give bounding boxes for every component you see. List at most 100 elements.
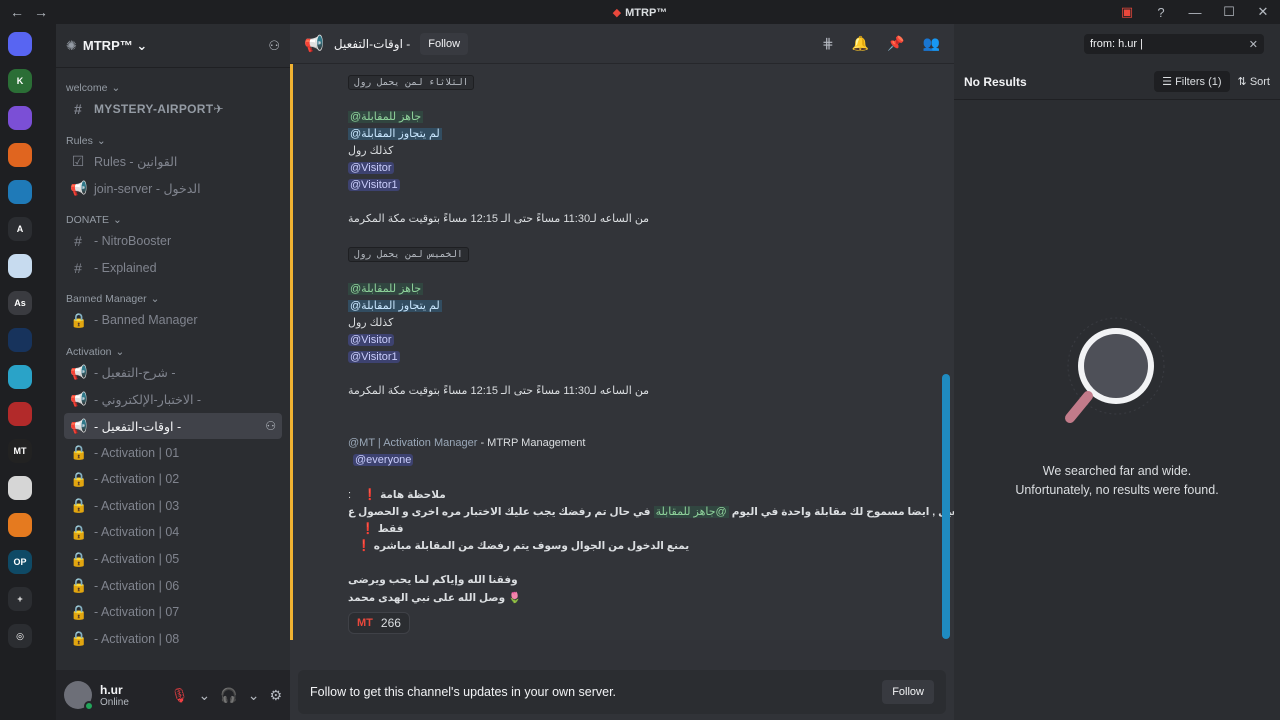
server-icon[interactable]: A xyxy=(8,217,32,241)
channel-item[interactable]: # - Explained xyxy=(64,254,282,281)
server-icon[interactable] xyxy=(8,143,32,167)
server-header[interactable]: ✺ MTRP™ ⌄ ⚇ xyxy=(56,24,290,68)
server-icon[interactable] xyxy=(8,254,32,278)
close-icon[interactable]: ✕ xyxy=(1246,4,1280,20)
channel-category[interactable]: Rules ⌄ xyxy=(56,133,290,149)
channel-item[interactable]: 🔒 - Activation | 05 xyxy=(64,546,282,573)
channel-item[interactable]: 📢 - اوقات-التفعيل - ⚇ xyxy=(64,412,282,440)
role-mention[interactable]: @لم يتجاوز المقابلة xyxy=(348,128,442,140)
channel-label: - Explained xyxy=(94,260,157,275)
filters-button[interactable]: ☰ Filters (1) xyxy=(1154,71,1230,92)
server-icon[interactable] xyxy=(8,32,32,56)
message-text: من الساعه لـ11:30 مساءً حتى الـ 12:15 مس… xyxy=(348,385,650,397)
channel-item[interactable]: 📢 join-server - الدخول xyxy=(64,175,282,202)
channel-item[interactable]: 🔒 - Banned Manager xyxy=(64,307,282,334)
add-member-icon[interactable]: ⚇ xyxy=(268,38,280,54)
exclamation-icon: ❗ xyxy=(357,540,371,552)
server-icon[interactable]: MT xyxy=(8,439,32,463)
empty-line-1: We searched far and wide. xyxy=(1042,464,1192,478)
notification-bell-icon[interactable]: 🔔 xyxy=(852,35,869,52)
role-mention[interactable]: @جاهز للمقابلة xyxy=(348,111,424,123)
role-mention[interactable]: @لم يتجاوز المقابلة xyxy=(348,300,442,312)
back-arrow-icon[interactable]: ← xyxy=(10,4,24,20)
server-icon[interactable]: K xyxy=(8,69,32,93)
server-icon[interactable]: OP xyxy=(8,550,32,574)
closing-line-1: وفقنا الله وإياكم لما يحب ويرضى xyxy=(348,574,518,586)
channel-item[interactable]: 🔒 - Activation | 03 xyxy=(64,493,282,520)
channel-item[interactable]: 🔒 - Activation | 08 xyxy=(64,626,282,653)
results-title: No Results xyxy=(964,74,1027,89)
chevron-down-icon[interactable]: ⌄ xyxy=(199,687,211,704)
server-icon[interactable] xyxy=(8,513,32,537)
channel-item[interactable]: ☑ Rules - القوانين xyxy=(64,149,282,176)
role-mention[interactable]: @جاهز للمقابلة xyxy=(348,283,424,295)
message-text: كذلك رول xyxy=(348,317,394,329)
channel-item[interactable]: 🔒 - Activation | 02 xyxy=(64,466,282,493)
author-mention[interactable]: @MT | Activation Manager xyxy=(348,437,477,449)
settings-gear-icon[interactable]: ⚙ xyxy=(269,687,282,704)
category-label: Banned Manager xyxy=(66,292,147,305)
channel-item[interactable]: 🔒 - Activation | 07 xyxy=(64,599,282,626)
channel-item[interactable]: 📢 - الاختبار-الإلكتروني - xyxy=(64,386,282,413)
channel-type-icon: 🔒 xyxy=(70,444,88,461)
channel-item[interactable]: # - NitroBooster xyxy=(64,228,282,255)
channel-category[interactable]: welcome ⌄ xyxy=(56,80,290,96)
channel-item[interactable]: 🔒 - Activation | 04 xyxy=(64,519,282,546)
channel-item[interactable]: # MYSTERY-AIRPORT✈ xyxy=(64,96,282,123)
channel-type-icon: 🔒 xyxy=(70,577,88,594)
user-mention[interactable]: @Visitor1 xyxy=(348,179,400,191)
invite-icon[interactable]: ⚇ xyxy=(265,419,276,433)
server-icon[interactable]: + xyxy=(8,587,32,611)
chevron-down-icon[interactable]: ⌄ xyxy=(248,687,260,704)
forward-arrow-icon[interactable]: → xyxy=(34,4,48,20)
user-mention[interactable]: @Visitor1 xyxy=(348,351,400,363)
reaction-count: 266 xyxy=(380,616,401,630)
user-mention[interactable]: @Visitor xyxy=(348,334,394,346)
channel-item[interactable]: 📢 - شرح-التفعيل - xyxy=(64,360,282,387)
channel-item[interactable]: 🔒 - Activation | 01 xyxy=(64,439,282,466)
title-bar: ← → ◆ MTRP™ ▣ ? — ☐ ✕ xyxy=(0,0,1280,24)
server-icon[interactable]: ◎ xyxy=(8,624,32,648)
channel-category[interactable]: Banned Manager ⌄ xyxy=(56,291,290,307)
channel-type-icon: 🔒 xyxy=(70,497,88,514)
reaction-chip[interactable]: MT 266 xyxy=(348,612,410,634)
follow-banner-button[interactable]: Follow xyxy=(882,680,934,704)
code-block: الخميس لمن يحمل رول xyxy=(348,247,469,262)
everyone-mention[interactable]: @everyone xyxy=(353,454,414,466)
channel-type-icon: 📢 xyxy=(70,390,88,407)
chevron-down-icon: ⌄ xyxy=(150,292,160,305)
channel-type-icon: 🔒 xyxy=(70,523,88,540)
follow-button[interactable]: Follow xyxy=(420,32,469,55)
server-icon[interactable] xyxy=(8,106,32,130)
headphones-icon[interactable]: 🎧 xyxy=(220,687,237,704)
minimize-icon[interactable]: — xyxy=(1178,5,1212,20)
server-icon[interactable] xyxy=(8,365,32,389)
sort-button[interactable]: ⇅ Sort xyxy=(1238,75,1270,88)
maximize-icon[interactable]: ☐ xyxy=(1212,4,1246,20)
channel-label: - Activation | 05 xyxy=(94,552,180,567)
channel-list: welcome ⌄ # MYSTERY-AIRPORT✈ Rules ⌄ ☑ Rules - … xyxy=(56,70,290,670)
avatar[interactable] xyxy=(64,681,94,711)
pin-icon[interactable]: 📌 xyxy=(887,35,904,52)
scrollbar[interactable] xyxy=(942,374,950,639)
role-mention[interactable]: @جاهز للمقابلة xyxy=(653,506,729,518)
member-list-icon[interactable]: 👥 xyxy=(923,35,940,52)
channel-category[interactable]: DONATE ⌄ xyxy=(56,212,290,228)
message-text: - MTRP Management xyxy=(480,437,586,449)
server-icon[interactable] xyxy=(8,476,32,500)
server-icon[interactable] xyxy=(8,402,32,426)
clear-search-icon[interactable]: ✕ xyxy=(1249,38,1258,51)
channel-item[interactable]: 🔒 - Activation | 06 xyxy=(64,572,282,599)
channel-label: - اوقات-التفعيل - xyxy=(94,419,182,434)
mute-mic-icon[interactable]: 🎙 xyxy=(171,687,189,704)
threads-icon[interactable]: ⋕ xyxy=(822,35,834,52)
user-status: Online xyxy=(100,696,129,708)
help-icon[interactable]: ? xyxy=(1144,5,1178,20)
server-icon[interactable]: As xyxy=(8,291,32,315)
monitor-icon[interactable]: ▣ xyxy=(1110,4,1144,20)
server-icon[interactable] xyxy=(8,180,32,204)
server-icon[interactable] xyxy=(8,328,32,352)
channel-category[interactable]: Activation ⌄ xyxy=(56,344,290,360)
search-input[interactable]: from: h.ur | ✕ xyxy=(1084,34,1264,54)
user-mention[interactable]: @Visitor xyxy=(348,162,394,174)
